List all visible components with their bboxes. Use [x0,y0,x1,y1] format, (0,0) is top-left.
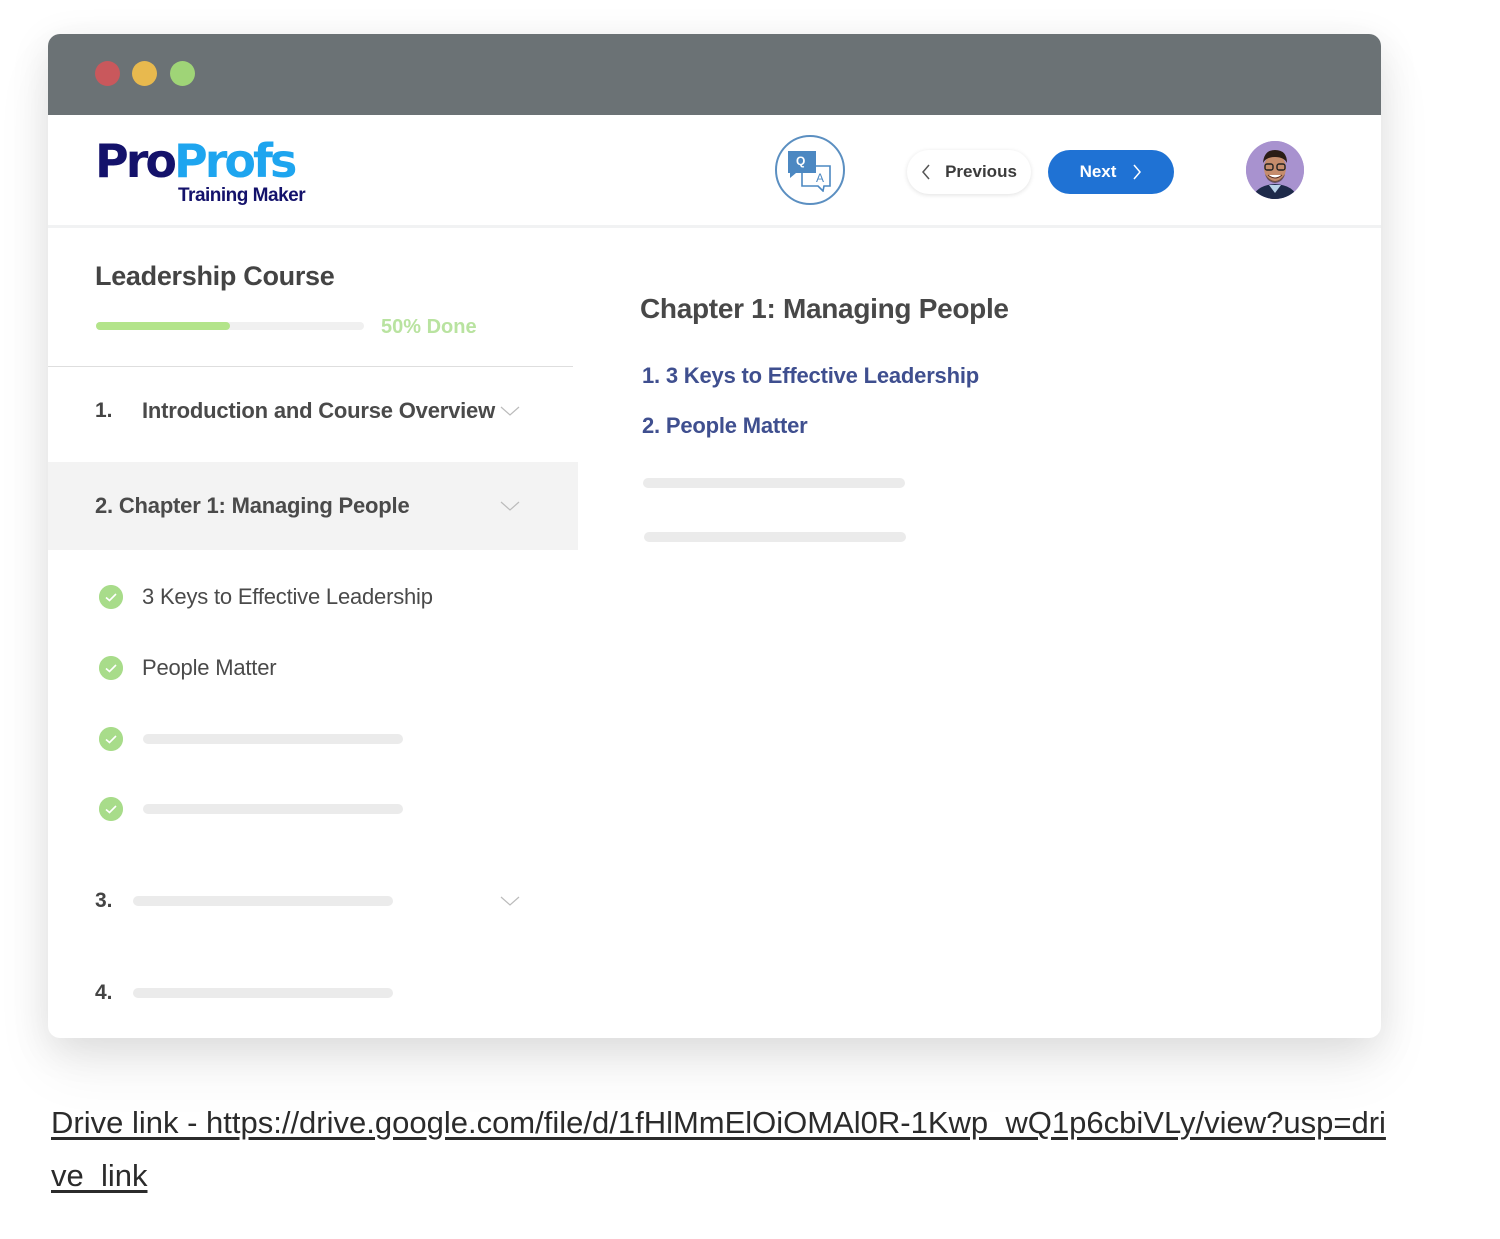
drive-link[interactable]: Drive link - https://drive.google.com/fi… [51,1096,1391,1202]
minimize-window-button[interactable] [132,61,157,86]
chapter-title: Introduction and Course Overview [142,398,495,423]
course-progress-fill [96,322,230,330]
previous-label: Previous [945,162,1017,181]
chapter-item-4[interactable]: 4. [48,973,578,1013]
chevron-down-icon[interactable] [500,500,520,512]
chapter-item-3[interactable]: 3. [48,881,578,921]
lesson-title-placeholder [143,734,403,744]
lesson-item[interactable] [48,719,578,759]
qa-chat-icon: A Q [788,151,831,192]
progress-label: 50% Done [381,316,477,338]
check-circle-icon [99,585,123,609]
check-circle-icon [99,656,123,680]
chapter-number: 3. [95,889,113,912]
chapter-title-placeholder [133,988,393,998]
chapter-item-1[interactable]: 1. Introduction and Course Overview [48,391,578,431]
svg-text:Q: Q [796,154,805,168]
lesson-title-placeholder [143,804,403,814]
content-placeholder [644,532,906,542]
chevron-down-icon[interactable] [500,405,520,417]
chapter-number: 1. [95,399,113,422]
chapter-item-2[interactable]: 2. Chapter 1: Managing People [48,462,578,550]
logo-wordmark: ProProfs [95,134,297,188]
lesson-title: 3 Keys to Effective Leadership [142,584,433,609]
lesson-title: People Matter [142,655,277,680]
next-button[interactable]: Next [1048,150,1174,194]
chapter-title: 2. Chapter 1: Managing People [95,493,410,518]
user-avatar[interactable] [1246,141,1304,199]
course-title: Leadership Course [95,261,335,291]
chevron-left-icon [922,164,930,180]
lesson-item[interactable]: People Matter [48,648,578,688]
lesson-link[interactable]: 1. 3 Keys to Effective Leadership [642,363,979,389]
course-progress-bar [96,322,364,330]
chapter-number: 4. [95,981,113,1004]
browser-window: ProProfs Training Maker A Q Previous Nex… [48,34,1381,1038]
check-circle-icon [99,797,123,821]
maximize-window-button[interactable] [170,61,195,86]
chapter-title-placeholder [133,896,393,906]
previous-button[interactable]: Previous [907,150,1031,194]
content-placeholder [643,478,905,488]
svg-text:A: A [816,171,824,185]
next-label: Next [1079,162,1117,181]
logo-subtitle: Training Maker [178,185,306,206]
qa-button[interactable]: A Q [775,135,845,205]
window-titlebar [48,34,1381,115]
logo-pro: Pro [95,134,177,188]
proprofs-logo[interactable]: ProProfs Training Maker [95,134,306,206]
content-title: Chapter 1: Managing People [640,293,1009,324]
chevron-right-icon [1133,164,1142,180]
lesson-item[interactable]: 3 Keys to Effective Leadership [48,577,578,617]
check-circle-icon [99,727,123,751]
app-header: ProProfs Training Maker A Q Previous Nex… [48,115,1381,228]
sidebar-divider [48,366,573,367]
chevron-down-icon[interactable] [500,895,520,907]
lesson-link[interactable]: 2. People Matter [642,413,808,439]
course-sidebar: Leadership Course 50% Done 1. Introducti… [48,231,578,1038]
logo-profs: Profs [174,134,297,188]
lesson-item[interactable] [48,789,578,829]
close-window-button[interactable] [95,61,120,86]
user-avatar-icon [1246,141,1304,199]
